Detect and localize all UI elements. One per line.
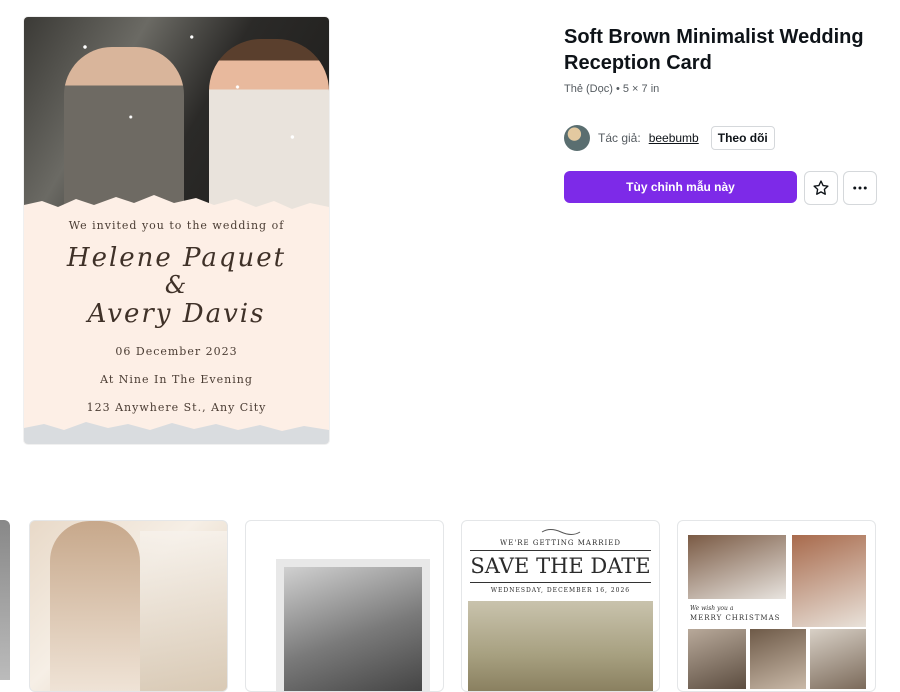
favorite-button[interactable] [804, 171, 838, 205]
author-prefix: Tác giả: [598, 131, 641, 145]
divider [470, 550, 651, 551]
author-row: Tác giả: beebumb Theo dõi [564, 125, 775, 151]
related-thumb-3[interactable]: WE'RE GETTING MARRIED SAVE THE DATE WEDN… [461, 520, 660, 692]
thumb-date: WEDNESDAY, DECEMBER 16, 2026 [490, 587, 631, 594]
thumb-photo [810, 629, 866, 689]
event-address: 123 Anywhere St., Any City [86, 401, 267, 414]
thumb-photo [688, 535, 786, 599]
star-icon [813, 180, 829, 195]
related-thumb-1[interactable] [29, 520, 228, 692]
divider [470, 582, 651, 583]
confetti [24, 17, 329, 217]
thumb-photo [792, 535, 866, 627]
thumb-photo [468, 601, 653, 691]
thumb-heading: MERRY CHRISTMAS [690, 614, 781, 622]
thumb-photo [50, 521, 140, 691]
thumb-greeting: We wish you a [690, 605, 734, 612]
template-title: Soft Brown Minimalist Wedding Reception … [564, 26, 864, 74]
ampersand: & [164, 271, 189, 299]
thumb-photo [276, 559, 430, 691]
thumb-heading: SAVE THE DATE [470, 554, 651, 578]
avatar[interactable] [564, 125, 590, 151]
couple-photo [24, 17, 329, 222]
more-options-button[interactable] [843, 171, 877, 205]
partner-name-1: Helene Paquet [66, 243, 287, 273]
related-thumb-2[interactable] [245, 520, 444, 692]
event-date: 06 December 2023 [115, 345, 238, 358]
ornament-icon [541, 529, 581, 535]
related-thumb-partial[interactable] [0, 520, 10, 680]
template-preview[interactable]: We invited you to the wedding of Helene … [24, 17, 329, 444]
author-link[interactable]: beebumb [649, 131, 699, 145]
thumb-subheading: WE'RE GETTING MARRIED [500, 539, 621, 547]
follow-button[interactable]: Theo dõi [710, 126, 775, 150]
more-horizontal-icon [853, 186, 867, 190]
torn-paper-edge-bottom [24, 422, 329, 444]
partner-name-2: Avery Davis [87, 299, 266, 329]
related-thumb-4[interactable]: We wish you a MERRY CHRISTMAS [677, 520, 876, 692]
event-time: At Nine In The Evening [100, 373, 253, 386]
customize-template-button[interactable]: Tùy chỉnh mẫu này [564, 171, 797, 203]
thumb-photo [688, 629, 746, 689]
invite-line: We invited you to the wedding of [68, 219, 285, 232]
thumb-photo-veil [140, 531, 227, 691]
thumb-photo [750, 629, 806, 689]
template-meta: Thẻ (Dọc) • 5 × 7 in [564, 83, 660, 95]
